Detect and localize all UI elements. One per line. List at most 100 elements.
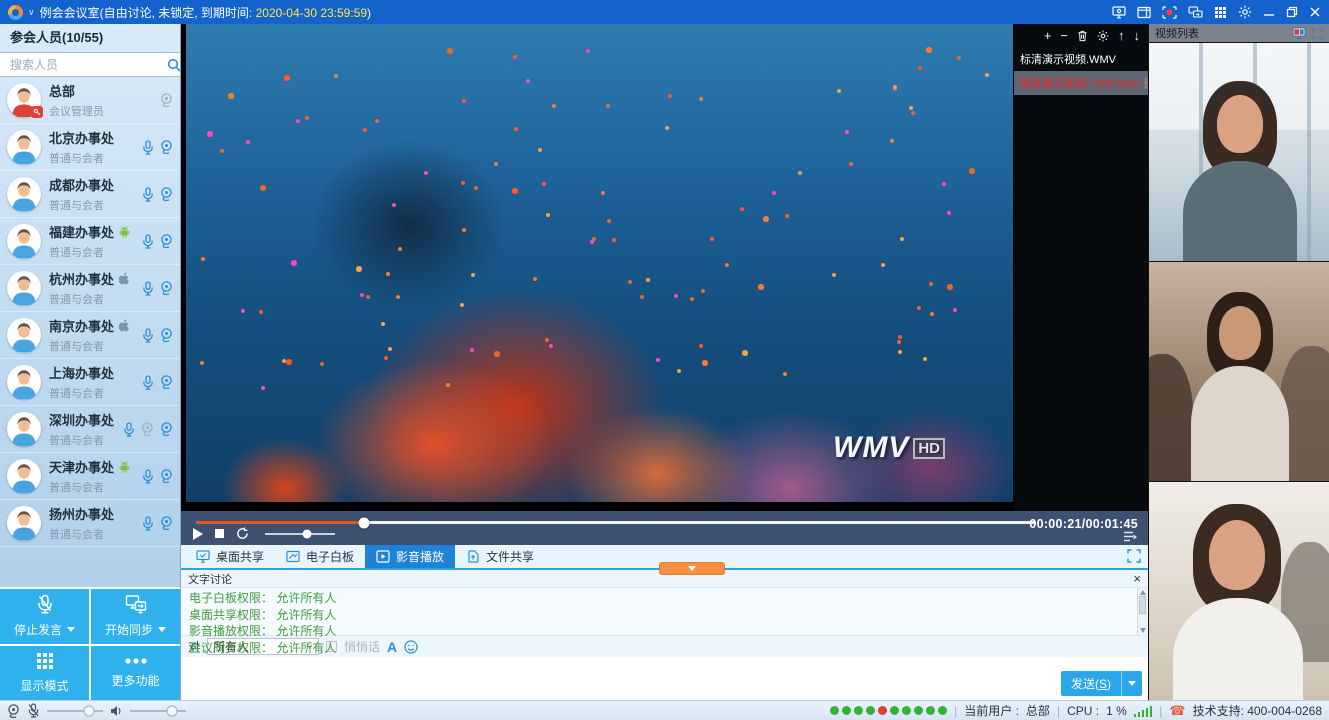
camera-icon[interactable]	[160, 375, 173, 389]
participant-row[interactable]: 深圳办事处 普通与会者	[0, 406, 180, 453]
mic-muted-status-icon[interactable]	[27, 703, 40, 718]
mic-volume-handle[interactable]	[84, 705, 95, 716]
collapse-handle[interactable]	[659, 562, 725, 575]
chat-close-icon[interactable]: ×	[1133, 572, 1141, 585]
scroll-up-icon[interactable]	[1140, 590, 1146, 595]
screen-demo-icon[interactable]	[1112, 6, 1126, 19]
display-mode-button[interactable]: 显示模式	[0, 646, 89, 701]
delete-trash-icon[interactable]	[1077, 30, 1088, 42]
app-window-icon[interactable]	[1137, 6, 1151, 19]
mic-icon[interactable]	[142, 281, 154, 296]
camera-icon[interactable]	[160, 187, 173, 201]
camera-icon[interactable]	[160, 234, 173, 248]
participant-row[interactable]: 总部 会议管理员	[0, 77, 180, 124]
seek-bar[interactable]	[196, 521, 1036, 524]
send-dropdown[interactable]	[1121, 671, 1142, 696]
playlist-panel: + − ↑ ↓ 标清演示视频.WMV 高清演示视频-720P.wmv 删除	[1014, 24, 1148, 511]
speaker-volume-handle[interactable]	[167, 705, 178, 716]
mic-icon[interactable]	[142, 516, 154, 531]
play-button[interactable]	[193, 528, 203, 540]
start-sync-button[interactable]: 开始同步	[91, 589, 180, 644]
volume-handle[interactable]	[303, 529, 312, 538]
dropdown-caret[interactable]	[158, 627, 166, 632]
playlist-delete-link[interactable]: 删除	[1144, 75, 1148, 91]
close-button[interactable]	[1309, 6, 1321, 18]
dropdown-caret[interactable]	[67, 627, 75, 632]
send-button[interactable]: 发送(S)	[1061, 671, 1142, 696]
tab-file-share[interactable]: 文件共享	[455, 545, 545, 568]
participant-name: 南京办事处	[49, 316, 114, 335]
more-features-button[interactable]: 更多功能	[91, 646, 180, 701]
camera-icon[interactable]	[160, 328, 173, 342]
playlist-item-label: 标清演示视频.WMV	[1020, 51, 1116, 67]
mic-icon[interactable]	[142, 469, 154, 484]
participant-row[interactable]: 扬州办事处 普通与会者	[0, 500, 180, 547]
camera-icon[interactable]	[160, 281, 173, 295]
tab-whiteboard[interactable]: 电子白板	[275, 545, 365, 568]
mic-volume-slider[interactable]	[47, 710, 103, 712]
playlist-settings-icon[interactable]	[1097, 30, 1109, 42]
tab-desktop-share[interactable]: 桌面共享	[185, 545, 275, 568]
mic-icon[interactable]	[142, 328, 154, 343]
participant-row[interactable]: 杭州办事处 普通与会者	[0, 265, 180, 312]
add-icon[interactable]: +	[1044, 29, 1052, 42]
participant-row[interactable]: 成都办事处 普通与会者	[0, 171, 180, 218]
video-thumbnail-2[interactable]	[1149, 261, 1329, 480]
speaker-volume-slider[interactable]	[130, 710, 186, 712]
participant-info: 上海办事处 普通与会者	[49, 363, 142, 401]
record-icon[interactable]	[1162, 6, 1177, 19]
camera-icon[interactable]	[160, 140, 173, 154]
camera-muted-icon[interactable]	[160, 93, 173, 107]
mic-icon[interactable]	[123, 422, 135, 437]
participant-row[interactable]: 天津办事处 普通与会者	[0, 453, 180, 500]
volume-slider[interactable]	[265, 533, 335, 535]
minimize-button[interactable]	[1263, 6, 1275, 18]
video-thumbnail-3[interactable]	[1149, 481, 1329, 700]
fullscreen-expand-icon[interactable]	[1127, 549, 1141, 563]
camera-icon[interactable]	[160, 422, 173, 436]
maximize-button[interactable]	[1286, 6, 1298, 18]
speaker-icon[interactable]	[110, 705, 123, 717]
support-text: 技术支持: 400-004-0268	[1193, 702, 1322, 719]
chevron-down-icon[interactable]: ∨	[28, 7, 35, 18]
search-icon[interactable]	[167, 58, 181, 72]
participant-row[interactable]: 南京办事处 普通与会者	[0, 312, 180, 359]
participant-row[interactable]: 北京办事处 普通与会者	[0, 124, 180, 171]
mic-icon[interactable]	[142, 375, 154, 390]
participant-row[interactable]: 上海办事处 普通与会者	[0, 359, 180, 406]
search-input[interactable]	[8, 57, 167, 73]
queue-list-icon[interactable]	[1123, 531, 1138, 542]
scroll-thumb[interactable]	[1139, 596, 1146, 614]
app-logo-icon	[8, 5, 23, 20]
playlist-item[interactable]: 标清演示视频.WMV	[1014, 47, 1148, 71]
time-display: 00:00:21/00:01:45	[1029, 517, 1138, 531]
replay-button[interactable]	[236, 527, 249, 540]
playing-video[interactable]: WMV HD	[186, 24, 1013, 502]
remove-icon[interactable]: −	[1060, 29, 1068, 42]
video-thumbnail-1[interactable]	[1149, 42, 1329, 261]
mic-icon[interactable]	[142, 187, 154, 202]
expand-icon[interactable]	[1312, 28, 1323, 39]
settings-gear-icon[interactable]	[1238, 5, 1252, 19]
webcam-status-icon[interactable]	[7, 704, 20, 718]
scroll-down-icon[interactable]	[1140, 628, 1146, 633]
camera-muted-icon[interactable]	[141, 422, 154, 436]
move-down-icon[interactable]: ↓	[1134, 29, 1141, 42]
seek-handle[interactable]	[359, 517, 370, 528]
video-wall-icon[interactable]	[1292, 27, 1306, 39]
sync-displays-icon[interactable]	[1188, 6, 1203, 19]
apple-icon	[119, 272, 130, 285]
move-up-icon[interactable]: ↑	[1118, 29, 1125, 42]
display-wall-icon[interactable]	[1214, 6, 1227, 19]
chat-scrollbar[interactable]	[1137, 588, 1148, 635]
chat-input[interactable]	[181, 657, 1148, 700]
mic-icon[interactable]	[142, 234, 154, 249]
mic-icon[interactable]	[142, 140, 154, 155]
participant-row[interactable]: 福建办事处 普通与会者	[0, 218, 180, 265]
stop-speaking-button[interactable]: 停止发言	[0, 589, 89, 644]
stop-button[interactable]	[215, 529, 224, 538]
tab-media-playback[interactable]: 影音播放	[365, 545, 455, 568]
playlist-item[interactable]: 高清演示视频-720P.wmv 删除	[1014, 71, 1148, 95]
camera-icon[interactable]	[160, 516, 173, 530]
camera-icon[interactable]	[160, 469, 173, 483]
